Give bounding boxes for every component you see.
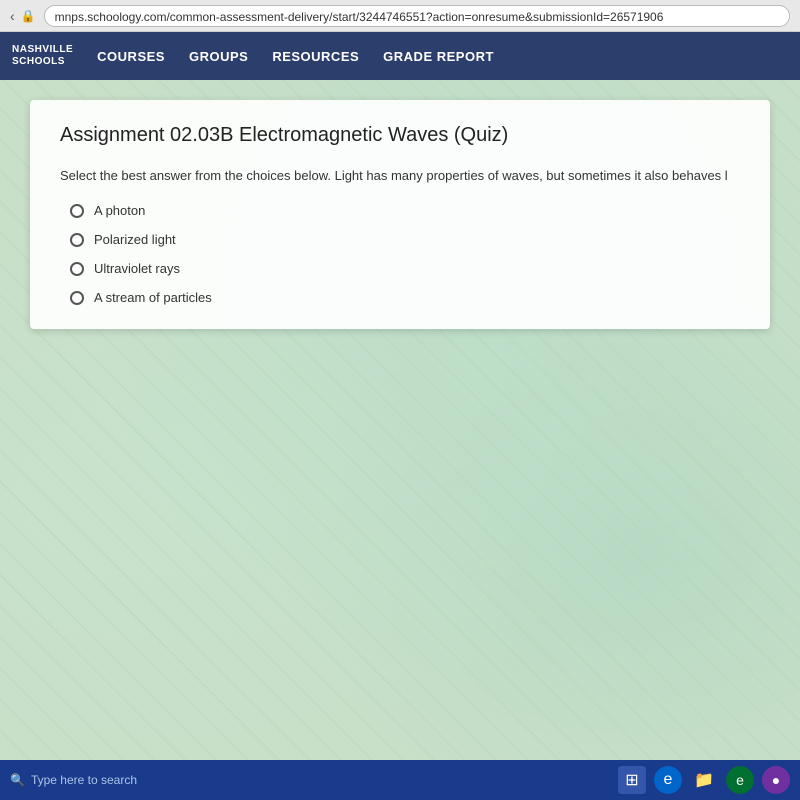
quiz-title: Assignment 02.03B Electromagnetic Waves … — [60, 124, 740, 147]
taskbar-folder-icon[interactable]: 📁 — [690, 766, 718, 794]
option-d[interactable]: A stream of particles — [70, 290, 740, 305]
option-c-label: Ultraviolet rays — [94, 261, 180, 276]
option-a[interactable]: A photon — [70, 203, 740, 218]
browser-bar: ‹ 🔒 mnps.schoology.com/common-assessment… — [0, 0, 800, 32]
nav-courses[interactable]: COURSES — [97, 49, 165, 64]
answer-options: A photon Polarized light Ultraviolet ray… — [60, 203, 740, 305]
nav-controls: ‹ 🔒 — [10, 8, 36, 24]
quiz-container: Assignment 02.03B Electromagnetic Waves … — [30, 100, 770, 329]
lock-icon: 🔒 — [21, 9, 36, 23]
taskbar-edge-green-icon[interactable]: e — [726, 766, 754, 794]
taskbar-right: ⊞ e 📁 e ● — [618, 766, 790, 794]
question-text: Select the best answer from the choices … — [60, 167, 740, 185]
nav-grade-report[interactable]: GRADE REPORT — [383, 49, 494, 64]
option-a-label: A photon — [94, 203, 145, 218]
option-c[interactable]: Ultraviolet rays — [70, 261, 740, 276]
schoology-navbar: NASHVILLE SCHOOLS COURSES GROUPS RESOURC… — [0, 32, 800, 80]
taskbar-search[interactable]: 🔍 Type here to search — [10, 773, 137, 787]
taskbar-purple-icon[interactable]: ● — [762, 766, 790, 794]
taskbar: 🔍 Type here to search ⊞ e 📁 e ● — [0, 760, 800, 800]
radio-a[interactable] — [70, 204, 84, 218]
url-bar[interactable]: mnps.schoology.com/common-assessment-del… — [44, 5, 790, 27]
nav-groups[interactable]: GROUPS — [189, 49, 248, 64]
option-b[interactable]: Polarized light — [70, 232, 740, 247]
option-b-label: Polarized light — [94, 232, 176, 247]
logo: NASHVILLE SCHOOLS — [12, 44, 73, 68]
option-d-label: A stream of particles — [94, 290, 212, 305]
search-icon: 🔍 — [10, 773, 25, 787]
radio-b[interactable] — [70, 233, 84, 247]
main-content: Assignment 02.03B Electromagnetic Waves … — [0, 80, 800, 760]
taskbar-edge-icon[interactable]: e — [654, 766, 682, 794]
taskbar-grid-icon[interactable]: ⊞ — [618, 766, 646, 794]
radio-c[interactable] — [70, 262, 84, 276]
nav-resources[interactable]: RESOURCES — [272, 49, 359, 64]
radio-d[interactable] — [70, 291, 84, 305]
taskbar-search-label: Type here to search — [31, 773, 137, 787]
back-button[interactable]: ‹ — [10, 8, 15, 24]
